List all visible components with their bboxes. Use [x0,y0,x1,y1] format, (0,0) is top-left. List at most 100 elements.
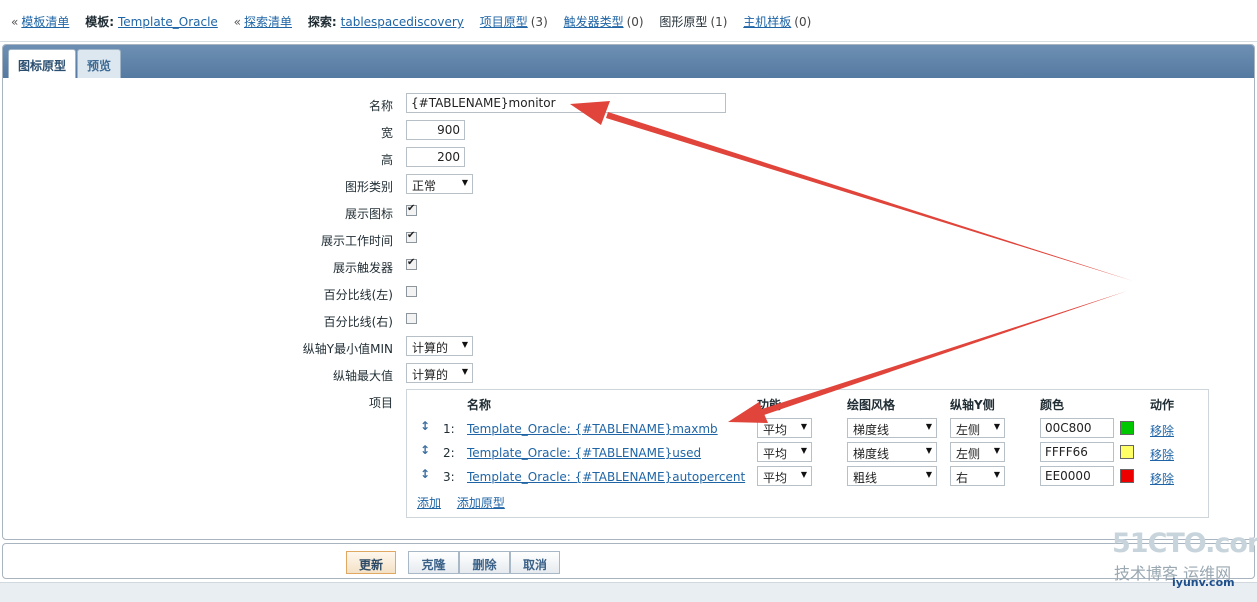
ymin-label: 纵轴Y最小值MIN [302,342,393,356]
y-side-select[interactable]: 右 [950,466,1005,486]
button-bar: 更新 克隆 删除 取消 [2,543,1255,579]
remove-link[interactable]: 移除 [1150,446,1174,463]
draw-style-select[interactable]: 梯度线 [847,442,937,462]
y-side-select[interactable]: 左侧 [950,442,1005,462]
footer-strip [0,582,1257,602]
function-select[interactable]: 平均 [757,466,812,486]
drag-handle-icon[interactable]: ↕ [420,443,430,457]
draw-style-select[interactable]: 粗线 [847,466,937,486]
color-input[interactable] [1040,418,1114,438]
drag-handle-icon[interactable]: ↕ [420,467,430,481]
show-triggers-checkbox[interactable] [406,257,417,270]
show-worktime-row: 展示工作时间 [3,228,1254,250]
item-link[interactable]: Template_Oracle: {#TABLENAME}maxmb [467,422,718,436]
color-input[interactable] [1040,442,1114,462]
ymin-select[interactable]: 计算的 [406,336,473,356]
color-swatch[interactable] [1120,421,1134,435]
header-name: 名称 [467,398,492,412]
name-label: 名称 [368,99,393,113]
show-legend-label: 展示图标 [344,207,393,221]
clone-button[interactable]: 克隆 [408,551,459,574]
template-list-link[interactable]: 模板清单 [21,15,69,29]
table-row: ↕ 3: Template_Oracle: {#TABLENAME}autope… [407,466,1208,488]
function-select[interactable]: 平均 [757,418,812,438]
ymax-select[interactable]: 计算的 [406,363,473,383]
item-link[interactable]: Template_Oracle: {#TABLENAME}autopercent [467,470,745,484]
show-triggers-label: 展示触发器 [332,261,393,275]
graph-type-select[interactable]: 正常 [406,174,473,194]
name-row: 名称 [3,93,1254,115]
header-function: 功能 [757,398,782,412]
item-prototypes-count: (3) [530,15,548,29]
table-row: ↕ 1: Template_Oracle: {#TABLENAME}maxmb … [407,418,1208,440]
ymin-row: 纵轴Y最小值MIN 计算的 [3,336,1254,358]
breadcrumb: «模板清单 模板: Template_Oracle «探索清单 探索: tables… [0,0,1257,42]
trigger-prototypes-count: (0) [626,15,644,29]
back-arrow-icon: « [11,15,19,29]
draw-style-select[interactable]: 梯度线 [847,418,937,438]
host-prototypes-link[interactable]: 主机样板 [743,15,791,29]
back-arrow-icon: « [233,15,241,29]
add-links: 添加 添加原型 [417,494,517,511]
add-item-link[interactable]: 添加 [417,496,441,510]
item-prototypes-link[interactable]: 项目原型 [480,15,528,29]
discovery-list-link[interactable]: 探索清单 [244,15,292,29]
remove-link[interactable]: 移除 [1150,422,1174,439]
show-worktime-label: 展示工作时间 [320,234,393,248]
drag-handle-icon[interactable]: ↕ [420,419,430,433]
discovery-name-link[interactable]: tablespacediscovery [341,15,464,29]
row-index: 3: [443,470,455,484]
graph-prototype-panel: 图标原型预览 名称 宽 高 图形类别 正常 展示图标 展示工作时间 展示触发器 [2,44,1255,540]
row-index: 2: [443,446,455,460]
item-link[interactable]: Template_Oracle: {#TABLENAME}used [467,446,701,460]
percentile-right-row: 百分比线(右) [3,309,1254,331]
add-prototype-link[interactable]: 添加原型 [457,496,505,510]
header-color: 颜色 [1040,398,1065,412]
color-swatch[interactable] [1120,469,1134,483]
percentile-left-checkbox[interactable] [406,286,417,297]
width-input[interactable] [406,120,465,140]
cancel-button[interactable]: 取消 [510,551,560,574]
row-index: 1: [443,422,455,436]
percentile-left-row: 百分比线(左) [3,282,1254,304]
graph-prototypes-label: 图形原型 [659,15,708,29]
percentile-right-label: 百分比线(右) [323,315,393,329]
graph-type-label: 图形类别 [344,180,393,194]
ymax-label: 纵轴最大值 [332,369,393,383]
tab-graph-prototype[interactable]: 图标原型 [8,49,77,78]
template-label: 模板: [85,15,114,29]
show-worktime-checkbox[interactable] [406,230,417,243]
update-button[interactable]: 更新 [346,551,396,574]
tab-bar: 图标原型 预览 [3,45,1254,78]
header-action: 动作 [1150,398,1175,412]
height-label: 高 [380,153,393,167]
show-legend-row: 展示图标 [3,201,1254,223]
color-swatch[interactable] [1120,445,1134,459]
header-y-side: 纵轴Y侧 [950,398,995,412]
function-select[interactable]: 平均 [757,442,812,462]
host-prototypes-count: (0) [794,15,812,29]
height-row: 高 [3,147,1254,169]
tab-preview[interactable]: 预览 [77,49,122,78]
percentile-left-label: 百分比线(左) [323,288,393,302]
items-label: 项目 [368,396,393,410]
remove-link[interactable]: 移除 [1150,470,1174,487]
ymax-row: 纵轴最大值 计算的 [3,363,1254,385]
trigger-prototypes-link[interactable]: 触发器类型 [564,15,624,29]
name-input[interactable] [406,93,726,113]
y-side-select[interactable]: 左侧 [950,418,1005,438]
discovery-label: 探索: [307,15,337,29]
graph-prototypes-count: (1) [710,15,728,29]
width-row: 宽 [3,120,1254,142]
table-row: ↕ 2: Template_Oracle: {#TABLENAME}used 平… [407,442,1208,464]
width-label: 宽 [380,126,393,140]
graph-type-row: 图形类别 正常 [3,174,1254,196]
delete-button[interactable]: 删除 [459,551,510,574]
height-input[interactable] [406,147,465,167]
items-table: 名称 功能 绘图风格 纵轴Y侧 颜色 动作 ↕ 1: Template_Orac… [406,389,1209,518]
percentile-right-checkbox[interactable] [406,313,417,324]
show-legend-checkbox[interactable] [406,203,417,216]
template-name-link[interactable]: Template_Oracle [118,15,218,29]
color-input[interactable] [1040,466,1114,486]
show-triggers-row: 展示触发器 [3,255,1254,277]
